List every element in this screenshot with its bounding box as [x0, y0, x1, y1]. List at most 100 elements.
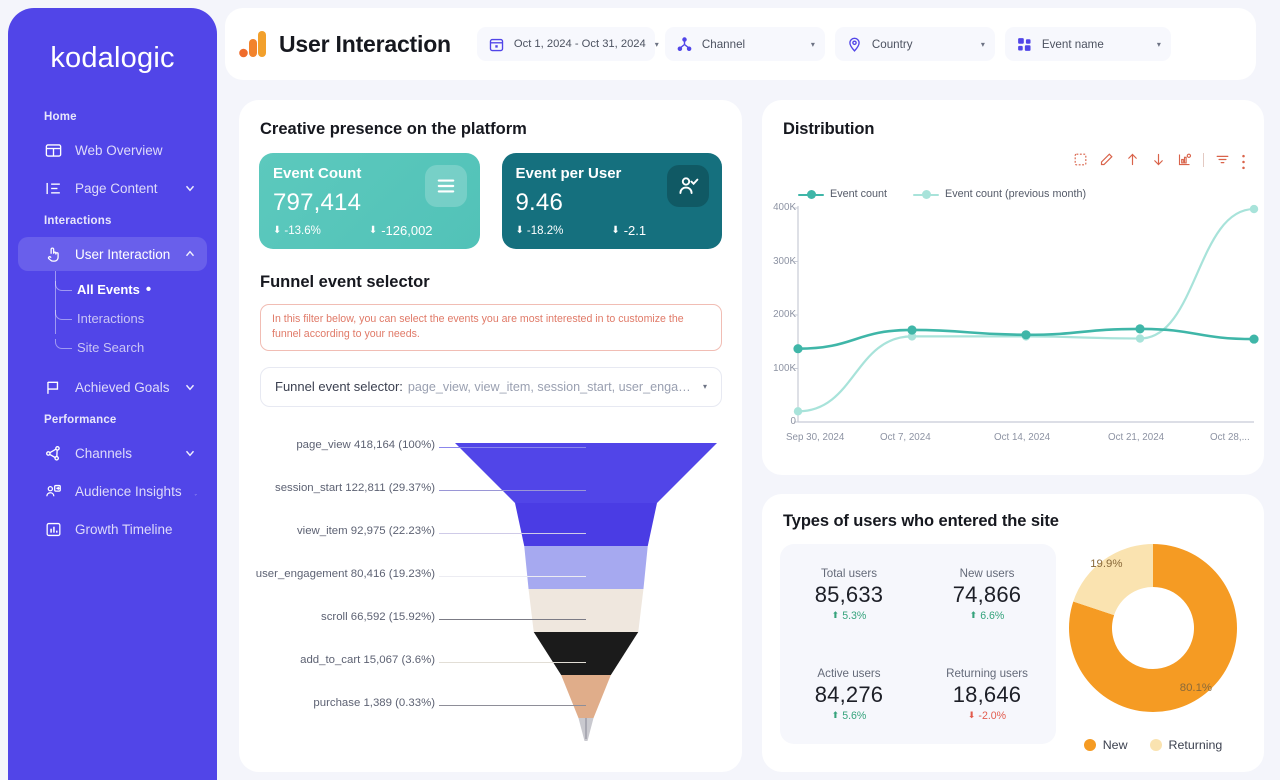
chevron-down-icon[interactable]: ▾ [703, 382, 707, 391]
page-header: User Interaction Oct 1, 2024 - Oct 31, 2… [225, 8, 1256, 80]
dashboard-app: kodalogic Home Web Overview Page Content… [0, 0, 1280, 780]
donut-shape [1069, 544, 1237, 712]
funnel-step-row: user_engagement 80,416 (19.23%) [239, 568, 742, 580]
funnel-selector-title: Funnel event selector [260, 273, 430, 291]
funnel-step-row: session_start 122,811 (29.37%) [239, 482, 742, 494]
arrow-down-icon: ⬇ [273, 225, 282, 236]
arrow-up-icon: ⬆ [831, 610, 840, 620]
sidebar-item-growth-timeline[interactable]: Growth Timeline [18, 512, 207, 546]
list-lines-icon [424, 165, 467, 207]
stat-value: 84,276 [814, 681, 884, 707]
creative-presence-panel: Creative presence on the platform Event … [239, 100, 742, 772]
funnel-event-select[interactable]: Funnel event selector: page_view, view_i… [260, 366, 722, 407]
line-data-point [793, 344, 803, 354]
chevron-down-icon[interactable]: ▾ [1157, 40, 1161, 49]
donut-legend-new[interactable]: New [1083, 738, 1128, 752]
sidebar-item-audience-insights[interactable]: Audience Insights [18, 474, 207, 508]
funnel-step-labels: page_view 418,164 (100%) session_start 12… [239, 421, 742, 741]
funnel-step-label: user_engagement 80,416 (19.23%) [255, 567, 435, 580]
funnel-warning-message: In this filter below, you can select the… [260, 304, 722, 351]
chevron-down-icon[interactable] [183, 181, 197, 195]
metric-abs-value: -126,002 [381, 223, 433, 238]
donut-slice-label-new: 80.1% [1179, 682, 1213, 695]
metric-pct-change: ⬇ -18.2% [516, 225, 564, 237]
sidebar-subitem-all-events[interactable]: All Events • [55, 275, 217, 304]
arrow-down-icon: ⬇ [967, 710, 976, 720]
stat-delta-value: 6.6% [980, 609, 1005, 622]
stat-value: 85,633 [814, 581, 884, 607]
flag-icon [44, 378, 63, 397]
metric-pct-value: -18.2% [526, 224, 564, 237]
chevron-down-icon[interactable]: ▾ [811, 40, 815, 49]
metric-abs-change: ⬇ -126,002 [369, 223, 433, 238]
sidebar-item-label: Growth Timeline [75, 521, 173, 537]
growth-timeline-icon [44, 520, 63, 539]
chevron-down-icon[interactable]: ▾ [981, 40, 985, 49]
arrow-up-icon: ⬆ [969, 610, 978, 620]
page-content-icon [44, 179, 63, 198]
metric-card-event-count[interactable]: Event Count 797,414 ⬇ -13.6% ⬇ -126,002 [259, 153, 480, 249]
stat-delta: ⬇ -2.0% [968, 710, 1006, 722]
funnel-step-row: view_item 92,975 (22.23%) [239, 525, 742, 537]
stat-label: Returning users [946, 666, 1028, 680]
line-data-point [1249, 334, 1259, 344]
donut-legend-returning[interactable]: Returning [1149, 738, 1223, 752]
date-range-filter[interactable]: Oct 1, 2024 - Oct 31, 2024 ▾ [476, 27, 659, 61]
user-types-panel: Types of users who entered the site Tota… [762, 494, 1264, 772]
sidebar-subitem-label: Interactions [77, 311, 145, 326]
date-range-label: Oct 1, 2024 - Oct 31, 2024 [513, 38, 646, 50]
stat-label: Total users [820, 566, 878, 580]
stat-active-users: Active users 84,276 ⬆ 5.6% [780, 644, 918, 744]
stat-delta-value: 5.3% [842, 609, 867, 622]
channel-label: Channel [701, 37, 746, 51]
metric-cards: Event Count 797,414 ⬇ -13.6% ⬇ -126,002 [239, 153, 742, 249]
active-dot-icon: • [145, 281, 152, 298]
sidebar-subitem-interactions[interactable]: Interactions [55, 304, 217, 333]
line-data-point [1135, 334, 1145, 343]
calendar-icon [488, 36, 505, 53]
event-name-filter[interactable]: Event name ▾ [1004, 27, 1171, 61]
chevron-down-icon[interactable] [183, 380, 197, 394]
chevron-down-icon[interactable] [183, 446, 197, 460]
metric-abs-change: ⬇ -2.1 [611, 223, 646, 238]
sidebar-item-channels[interactable]: Channels [18, 436, 207, 470]
y-axis-tick: 0 [790, 416, 796, 427]
stat-new-users: New users 74,866 ⬆ 6.6% [918, 544, 1056, 644]
metric-abs-value: -2.1 [623, 223, 647, 238]
stat-delta: ⬆ 5.3% [832, 610, 867, 622]
metric-pct-value: -13.6% [284, 224, 321, 237]
stat-label: New users [959, 566, 1015, 580]
channels-icon [44, 444, 63, 463]
line-data-point [1021, 330, 1031, 340]
sidebar-item-user-interaction[interactable]: User Interaction [18, 237, 207, 271]
legend-label: Returning [1168, 738, 1223, 752]
web-overview-icon [44, 141, 63, 160]
chevron-down-icon[interactable] [194, 484, 197, 498]
stat-delta-value: -2.0% [978, 709, 1007, 722]
funnel-connector-line [439, 446, 586, 448]
creative-presence-title: Creative presence on the platform [260, 120, 527, 138]
sidebar-item-achieved-goals[interactable]: Achieved Goals [18, 370, 207, 404]
sidebar-item-web-overview[interactable]: Web Overview [18, 133, 207, 167]
sidebar-subitem-site-search[interactable]: Site Search [55, 333, 217, 362]
sidebar-item-label: Audience Insights [75, 483, 182, 499]
brand-logo[interactable]: kodalogic [8, 8, 217, 105]
y-axis-tick: 100K [773, 362, 796, 374]
stat-returning-users: Returning users 18,646 ⬇ -2.0% [918, 644, 1056, 744]
sidebar-item-page-content[interactable]: Page Content [18, 171, 207, 205]
funnel-step-row: scroll 66,592 (15.92%) [239, 611, 742, 623]
x-axis-tick: Oct 21, 2024 [1108, 432, 1165, 443]
channel-filter[interactable]: Channel ▾ [664, 27, 825, 61]
chevron-down-icon[interactable]: ▾ [655, 40, 659, 49]
metric-footer: ⬇ -13.6% ⬇ -126,002 [273, 223, 466, 238]
funnel-step-label: page_view 418,164 (100%) [296, 438, 435, 451]
stat-delta: ⬆ 5.6% [832, 710, 867, 722]
sidebar: kodalogic Home Web Overview Page Content… [8, 8, 217, 780]
chevron-up-icon[interactable] [183, 247, 197, 261]
sidebar-subitem-label: All Events [77, 282, 140, 297]
x-axis-tick: Oct 14, 2024 [994, 432, 1051, 443]
legend-dot-icon [1083, 739, 1096, 751]
legend-dot-icon [1149, 739, 1162, 751]
metric-card-event-per-user[interactable]: Event per User 9.46 ⬇ -18.2% ⬇ -2.1 [501, 153, 722, 249]
country-filter[interactable]: Country ▾ [834, 27, 995, 61]
